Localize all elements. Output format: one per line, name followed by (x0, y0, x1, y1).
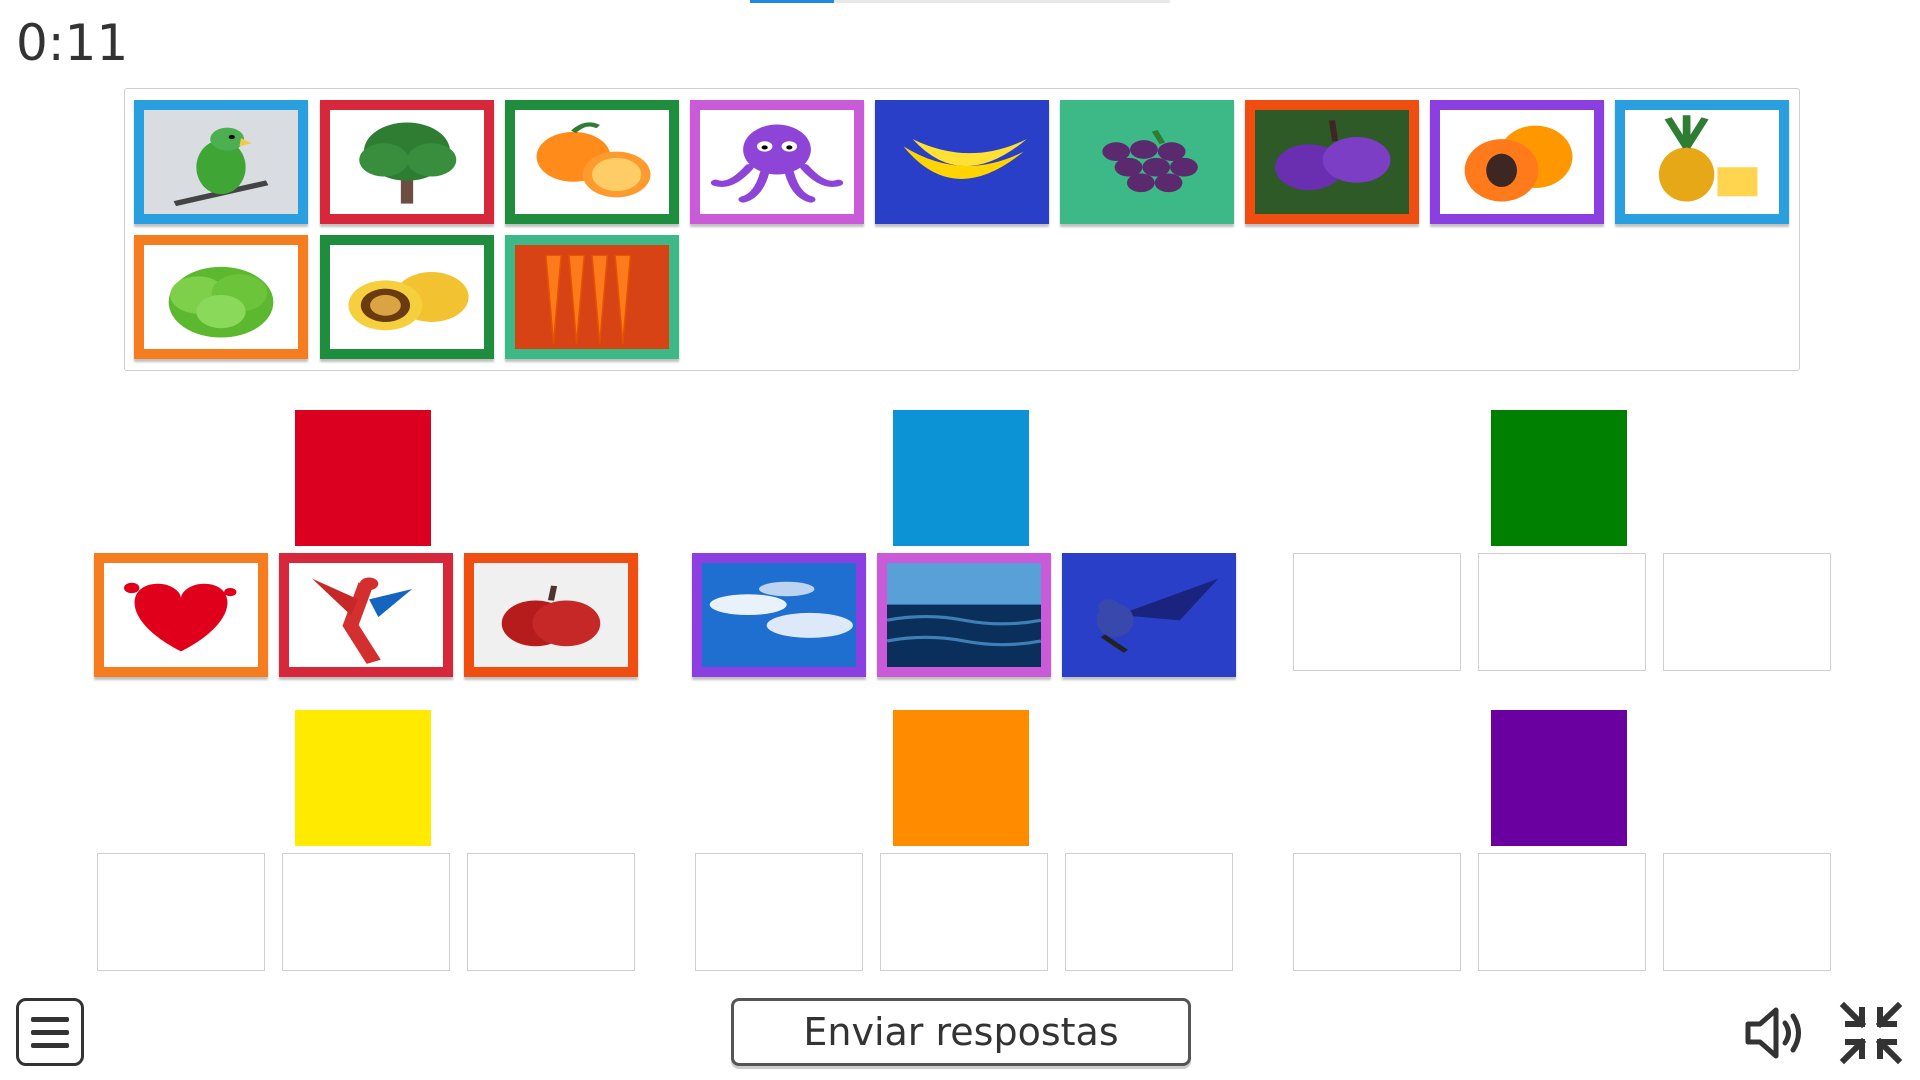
category-purple-swatch (1491, 710, 1627, 846)
category-green-swatch (1491, 410, 1627, 546)
passion-fruit-image (330, 245, 484, 349)
card-tree[interactable] (320, 100, 494, 224)
sound-button[interactable] (1740, 998, 1810, 1068)
card-plums[interactable] (1245, 100, 1419, 224)
drop-slot-yellow-3[interactable] (467, 853, 635, 971)
card-parrot-green[interactable] (134, 100, 308, 224)
card-sky-placed[interactable] (692, 553, 866, 677)
carrots-image (515, 245, 669, 349)
card-oranges[interactable] (505, 100, 679, 224)
sky-image (702, 563, 856, 667)
parrot-green-image (144, 110, 298, 214)
card-grapes[interactable] (1060, 100, 1234, 224)
card-carrots[interactable] (505, 235, 679, 359)
progress-fill (750, 0, 834, 3)
progress-bar (750, 0, 1170, 3)
grapes-image (1070, 110, 1224, 214)
exit-fullscreen-button[interactable] (1836, 998, 1906, 1068)
card-passion-fruit[interactable] (320, 235, 494, 359)
bananas-image (885, 110, 1039, 214)
apple-image (474, 563, 628, 667)
drop-slot-green-1[interactable] (1293, 553, 1461, 671)
submit-answers-button[interactable]: Enviar respostas (731, 998, 1191, 1066)
drop-slot-yellow-2[interactable] (282, 853, 450, 971)
category-orange-swatch (893, 710, 1029, 846)
sea-image (887, 563, 1041, 667)
heart-image (104, 563, 258, 667)
plums-image (1255, 110, 1409, 214)
card-heart-placed[interactable] (94, 553, 268, 677)
drop-slot-purple-2[interactable] (1478, 853, 1646, 971)
drop-slot-purple-1[interactable] (1293, 853, 1461, 971)
drop-slot-yellow-1[interactable] (97, 853, 265, 971)
drop-slot-orange-1[interactable] (695, 853, 863, 971)
card-octopus[interactable] (690, 100, 864, 224)
card-bananas[interactable] (875, 100, 1049, 224)
scarlet-macaw-image (289, 563, 443, 667)
drop-slot-green-3[interactable] (1663, 553, 1831, 671)
card-blue-macaw-placed[interactable] (1062, 553, 1236, 677)
drop-slot-orange-2[interactable] (880, 853, 1048, 971)
drop-slot-orange-3[interactable] (1065, 853, 1233, 971)
drop-slot-purple-3[interactable] (1663, 853, 1831, 971)
pineapple-image (1625, 110, 1779, 214)
category-blue-swatch (893, 410, 1029, 546)
card-papaya[interactable] (1430, 100, 1604, 224)
card-sea-placed[interactable] (877, 553, 1051, 677)
speaker-icon (1745, 1007, 1801, 1059)
card-apple-placed[interactable] (464, 553, 638, 677)
drop-slot-green-2[interactable] (1478, 553, 1646, 671)
category-red-swatch (295, 410, 431, 546)
octopus-image (700, 110, 854, 214)
oranges-image (515, 110, 669, 214)
menu-button[interactable] (16, 998, 84, 1066)
category-yellow-swatch (295, 710, 431, 846)
card-pineapple[interactable] (1615, 100, 1789, 224)
card-lettuce[interactable] (134, 235, 308, 359)
blue-macaw-image (1072, 563, 1226, 667)
papaya-image (1440, 110, 1594, 214)
timer: 0:11 (16, 14, 129, 72)
lettuce-image (144, 245, 298, 349)
card-scarlet-macaw-placed[interactable] (279, 553, 453, 677)
menu-icon (31, 1016, 69, 1022)
tree-image (330, 110, 484, 214)
collapse-icon (1839, 1001, 1903, 1065)
